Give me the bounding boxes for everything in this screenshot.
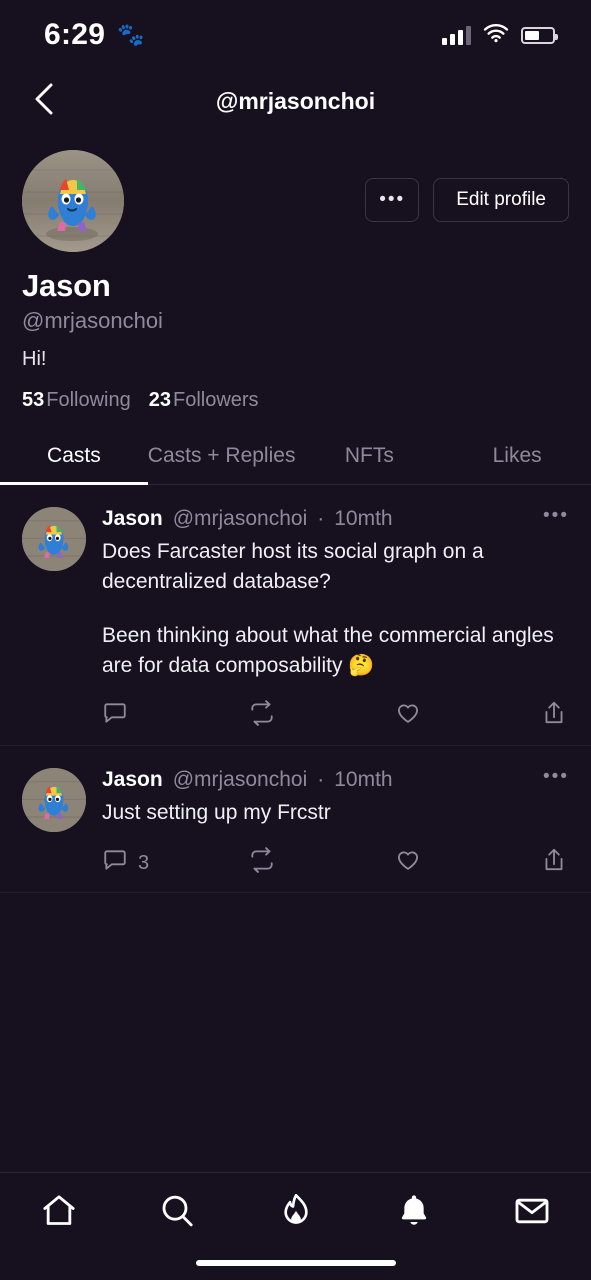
page-title: @mrjasonchoi [215, 87, 376, 114]
share-button[interactable] [541, 699, 567, 733]
heart-icon [395, 847, 421, 879]
share-icon [541, 699, 567, 733]
reply-count: 3 [138, 851, 150, 874]
cast-text: Does Farcaster host its social graph on … [102, 540, 490, 593]
tabbar-search[interactable] [118, 1191, 236, 1236]
cast-header: Jason @mrjasonchoi · 10mth ••• [102, 505, 569, 531]
share-button[interactable] [541, 846, 567, 880]
recast-icon [248, 847, 276, 879]
display-name: Jason [22, 268, 111, 303]
cast-text: Been thinking about what the commercial … [102, 624, 560, 677]
like-button[interactable] [395, 847, 541, 879]
profile-actions: ••• Edit profile [365, 178, 569, 222]
cast-item[interactable]: Jason @mrjasonchoi · 10mth ••• Does Farc… [0, 485, 591, 746]
chevron-left-icon [33, 82, 55, 121]
envelope-icon [512, 1191, 552, 1236]
comment-icon [102, 700, 128, 732]
battery-icon [521, 26, 558, 44]
tab-likes[interactable]: Likes [443, 430, 591, 484]
profile-more-button[interactable]: ••• [365, 178, 420, 222]
status-bar: 6:29 🐾 [0, 0, 591, 70]
cast-author[interactable]: Jason [102, 768, 163, 792]
avatar[interactable] [22, 150, 124, 252]
nav-bar: @mrjasonchoi [0, 70, 591, 132]
tabbar-trending[interactable] [236, 1191, 354, 1236]
back-button[interactable] [24, 81, 64, 121]
app-screen: 6:29 🐾 @mrjasonchoi ••• Edit profile Jas… [0, 0, 591, 1280]
reply-button[interactable]: 3 [102, 847, 248, 879]
followers-number: 23 [148, 389, 171, 411]
flame-icon [276, 1191, 316, 1236]
profile-header: ••• Edit profile Jason @mrjasonchoi Hi! … [0, 132, 591, 412]
cast-handle: @mrjasonchoi [172, 507, 308, 530]
profile-counts: 53 Following 23 Followers [22, 389, 569, 412]
cellular-signal-icon [442, 25, 471, 45]
cast-separator: · [317, 768, 325, 791]
profile-bio: Hi! [22, 348, 47, 370]
avatar[interactable] [22, 507, 86, 571]
following-label: Following [46, 389, 131, 411]
like-button[interactable] [395, 700, 541, 732]
reply-button[interactable] [102, 700, 248, 732]
recast-button[interactable] [248, 700, 394, 732]
tabbar-messages[interactable] [473, 1191, 591, 1236]
paw-icon: 🐾 [117, 22, 145, 47]
bottom-tab-bar [0, 1172, 591, 1280]
wifi-icon [483, 23, 509, 48]
cast-actions [102, 699, 569, 733]
tab-casts-replies[interactable]: Casts + Replies [148, 430, 296, 484]
share-icon [541, 846, 567, 880]
tab-casts[interactable]: Casts [0, 430, 148, 485]
profile-handle: @mrjasonchoi [22, 308, 163, 333]
avatar[interactable] [22, 768, 86, 832]
cast-timestamp: 10mth [334, 768, 393, 791]
cast-actions: 3 [102, 846, 569, 880]
edit-profile-button[interactable]: Edit profile [433, 178, 569, 222]
recast-icon [248, 700, 276, 732]
cast-body: Jason @mrjasonchoi · 10mth ••• Just sett… [102, 766, 569, 880]
followers-count[interactable]: 23 Followers [149, 389, 259, 412]
status-bar-right [442, 23, 558, 48]
cast-item[interactable]: Jason @mrjasonchoi · 10mth ••• Just sett… [0, 746, 591, 893]
cast-more-button[interactable]: ••• [543, 505, 569, 527]
avatar-row: ••• Edit profile [22, 150, 569, 252]
status-bar-left: 6:29 🐾 [44, 18, 145, 52]
cast-handle: @mrjasonchoi [172, 768, 308, 791]
cast-author[interactable]: Jason [102, 507, 163, 531]
home-indicator [195, 1260, 396, 1266]
following-number: 53 [22, 389, 45, 411]
profile-tabs: Casts Casts + Replies NFTs Likes [0, 430, 591, 485]
following-count[interactable]: 53 Following [22, 389, 131, 412]
cast-separator: · [317, 507, 325, 530]
comment-icon [102, 847, 128, 879]
status-clock: 6:29 [44, 18, 106, 51]
cast-header: Jason @mrjasonchoi · 10mth ••• [102, 766, 569, 792]
bell-icon [394, 1191, 434, 1236]
tab-nfts[interactable]: NFTs [296, 430, 444, 484]
heart-icon [395, 700, 421, 732]
cast-body: Jason @mrjasonchoi · 10mth ••• Does Farc… [102, 505, 569, 733]
followers-label: Followers [172, 389, 259, 411]
recast-button[interactable] [248, 847, 394, 879]
cast-more-button[interactable]: ••• [543, 766, 569, 788]
tabbar-home[interactable] [0, 1191, 118, 1236]
home-icon [39, 1191, 79, 1236]
search-icon [157, 1191, 197, 1236]
cast-text: Just setting up my Frcstr [102, 801, 331, 824]
tabbar-notifications[interactable] [355, 1191, 473, 1236]
cast-timestamp: 10mth [334, 507, 393, 530]
